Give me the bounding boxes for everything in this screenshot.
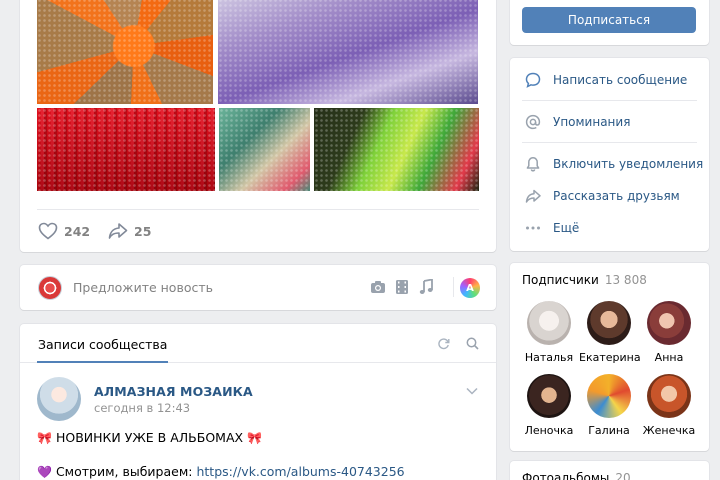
post-photo-red[interactable] — [37, 108, 215, 191]
subscriber-name: Женечка — [642, 424, 696, 437]
like-count: 242 — [64, 223, 91, 239]
music-icon[interactable] — [418, 278, 434, 296]
tab-community-posts[interactable]: Записи сообщества — [37, 324, 169, 363]
subscriber-name: Екатерина — [579, 351, 641, 364]
avatar — [38, 276, 62, 300]
avatar — [527, 301, 571, 345]
mentions-label: Упоминания — [553, 115, 631, 129]
subscriber-item[interactable]: Наталья — [519, 301, 579, 364]
more-icon — [524, 219, 542, 237]
post-photo-green[interactable] — [314, 108, 479, 191]
search-icon[interactable] — [466, 337, 479, 353]
refresh-icon[interactable] — [437, 337, 450, 353]
bell-icon — [524, 155, 542, 173]
community-avatar[interactable] — [37, 377, 81, 421]
message-icon — [524, 71, 542, 89]
chevron-down-icon[interactable] — [466, 384, 478, 398]
subscriber-item[interactable]: Анна — [639, 301, 699, 364]
subscribers-title: Подписчики — [522, 273, 599, 287]
enable-notifications-item[interactable]: Включить уведомления — [524, 155, 703, 173]
post-author[interactable]: АЛМАЗНАЯ МОЗАИКА — [94, 384, 253, 399]
mentions-item[interactable]: Упоминания — [524, 113, 630, 131]
avatar — [647, 301, 691, 345]
share-arrow-icon — [108, 222, 128, 240]
heart-icon — [38, 222, 58, 240]
share-count: 25 — [134, 223, 152, 239]
photo-albums-card: Фотоальбомы 20 — [510, 461, 709, 480]
albums-count: 20 — [615, 471, 631, 480]
suggest-news-card: Предложите новость A — [20, 265, 496, 310]
ribbon-icon: 🎀 — [37, 430, 52, 445]
group-actions-card: Написать сообщение Упоминания Включить у… — [510, 58, 709, 251]
subscriber-item[interactable]: Женечка — [639, 374, 699, 437]
menu-divider — [522, 142, 697, 143]
more-item[interactable]: Ещё — [524, 219, 579, 237]
video-icon[interactable] — [394, 278, 410, 296]
post-timestamp[interactable]: сегодня в 12:43 — [94, 401, 190, 415]
camera-icon[interactable] — [370, 278, 386, 296]
write-message-item[interactable]: Написать сообщение — [524, 71, 687, 89]
avatar — [587, 301, 631, 345]
subscriber-name: Леночка — [524, 424, 574, 437]
posts-tab-bar: Записи сообщества — [20, 324, 496, 363]
suggest-news-input[interactable]: Предложите новость — [73, 280, 213, 295]
post-text-browse: Смотрим, выбираем: — [55, 464, 193, 479]
suggest-divider — [453, 277, 454, 297]
avatar — [587, 374, 631, 418]
post-photo-roll[interactable] — [219, 108, 310, 191]
subscriber-item[interactable]: Екатерина — [579, 301, 641, 364]
subscribe-card: Подписаться — [510, 0, 709, 45]
subscribers-header[interactable]: Подписчики 13 808 — [522, 273, 647, 287]
tell-friends-label: Рассказать друзьям — [553, 189, 680, 203]
like-button[interactable]: 242 — [38, 221, 90, 241]
ribbon-icon: 🎀 — [247, 430, 263, 445]
at-icon — [524, 113, 542, 131]
subscriber-name: Галина — [588, 424, 630, 437]
more-label: Ещё — [553, 221, 580, 235]
wall-post-card: 242 25 — [20, 0, 496, 252]
write-message-label: Написать сообщение — [553, 73, 688, 87]
post-text-new: НОВИНКИ УЖЕ В АЛЬБОМАХ — [55, 430, 244, 445]
post-text-line: 💜 Смотрим, выбираем: https://vk.com/albu… — [37, 464, 405, 479]
albums-header[interactable]: Фотоальбомы 20 — [522, 471, 631, 480]
post-photo-starfish[interactable] — [37, 0, 213, 104]
subscribe-button[interactable]: Подписаться — [522, 7, 696, 33]
attach-tools — [370, 278, 434, 296]
avatar — [527, 374, 571, 418]
share-icon — [524, 187, 542, 205]
subscribers-card: Подписчики 13 808 Наталья Екатерина Анна … — [510, 263, 709, 451]
tell-friends-item[interactable]: Рассказать друзьям — [524, 187, 680, 205]
share-button[interactable]: 25 — [108, 221, 151, 241]
avatar — [647, 374, 691, 418]
subscriber-item[interactable]: Галина — [579, 374, 639, 437]
menu-divider — [522, 100, 697, 101]
subscriber-name: Анна — [654, 351, 684, 364]
subscriber-item[interactable]: Леночка — [519, 374, 579, 437]
albums-link[interactable]: https://vk.com/albums-40743256 — [196, 464, 404, 479]
purple-heart-icon: 💜 — [37, 464, 52, 479]
anonymous-post-icon[interactable]: A — [460, 278, 480, 298]
albums-title: Фотоальбомы — [522, 471, 610, 480]
post-text-line: 🎀 НОВИНКИ УЖЕ В АЛЬБОМАХ 🎀 — [37, 430, 262, 445]
post-photo-purple[interactable] — [218, 0, 478, 104]
subscribers-count: 13 808 — [604, 273, 647, 287]
enable-notifications-label: Включить уведомления — [553, 157, 704, 171]
subscriber-name: Наталья — [524, 351, 574, 364]
post-divider — [37, 209, 479, 210]
community-posts-card: Записи сообщества АЛМАЗНАЯ МОЗАИКА сегод… — [20, 324, 496, 480]
